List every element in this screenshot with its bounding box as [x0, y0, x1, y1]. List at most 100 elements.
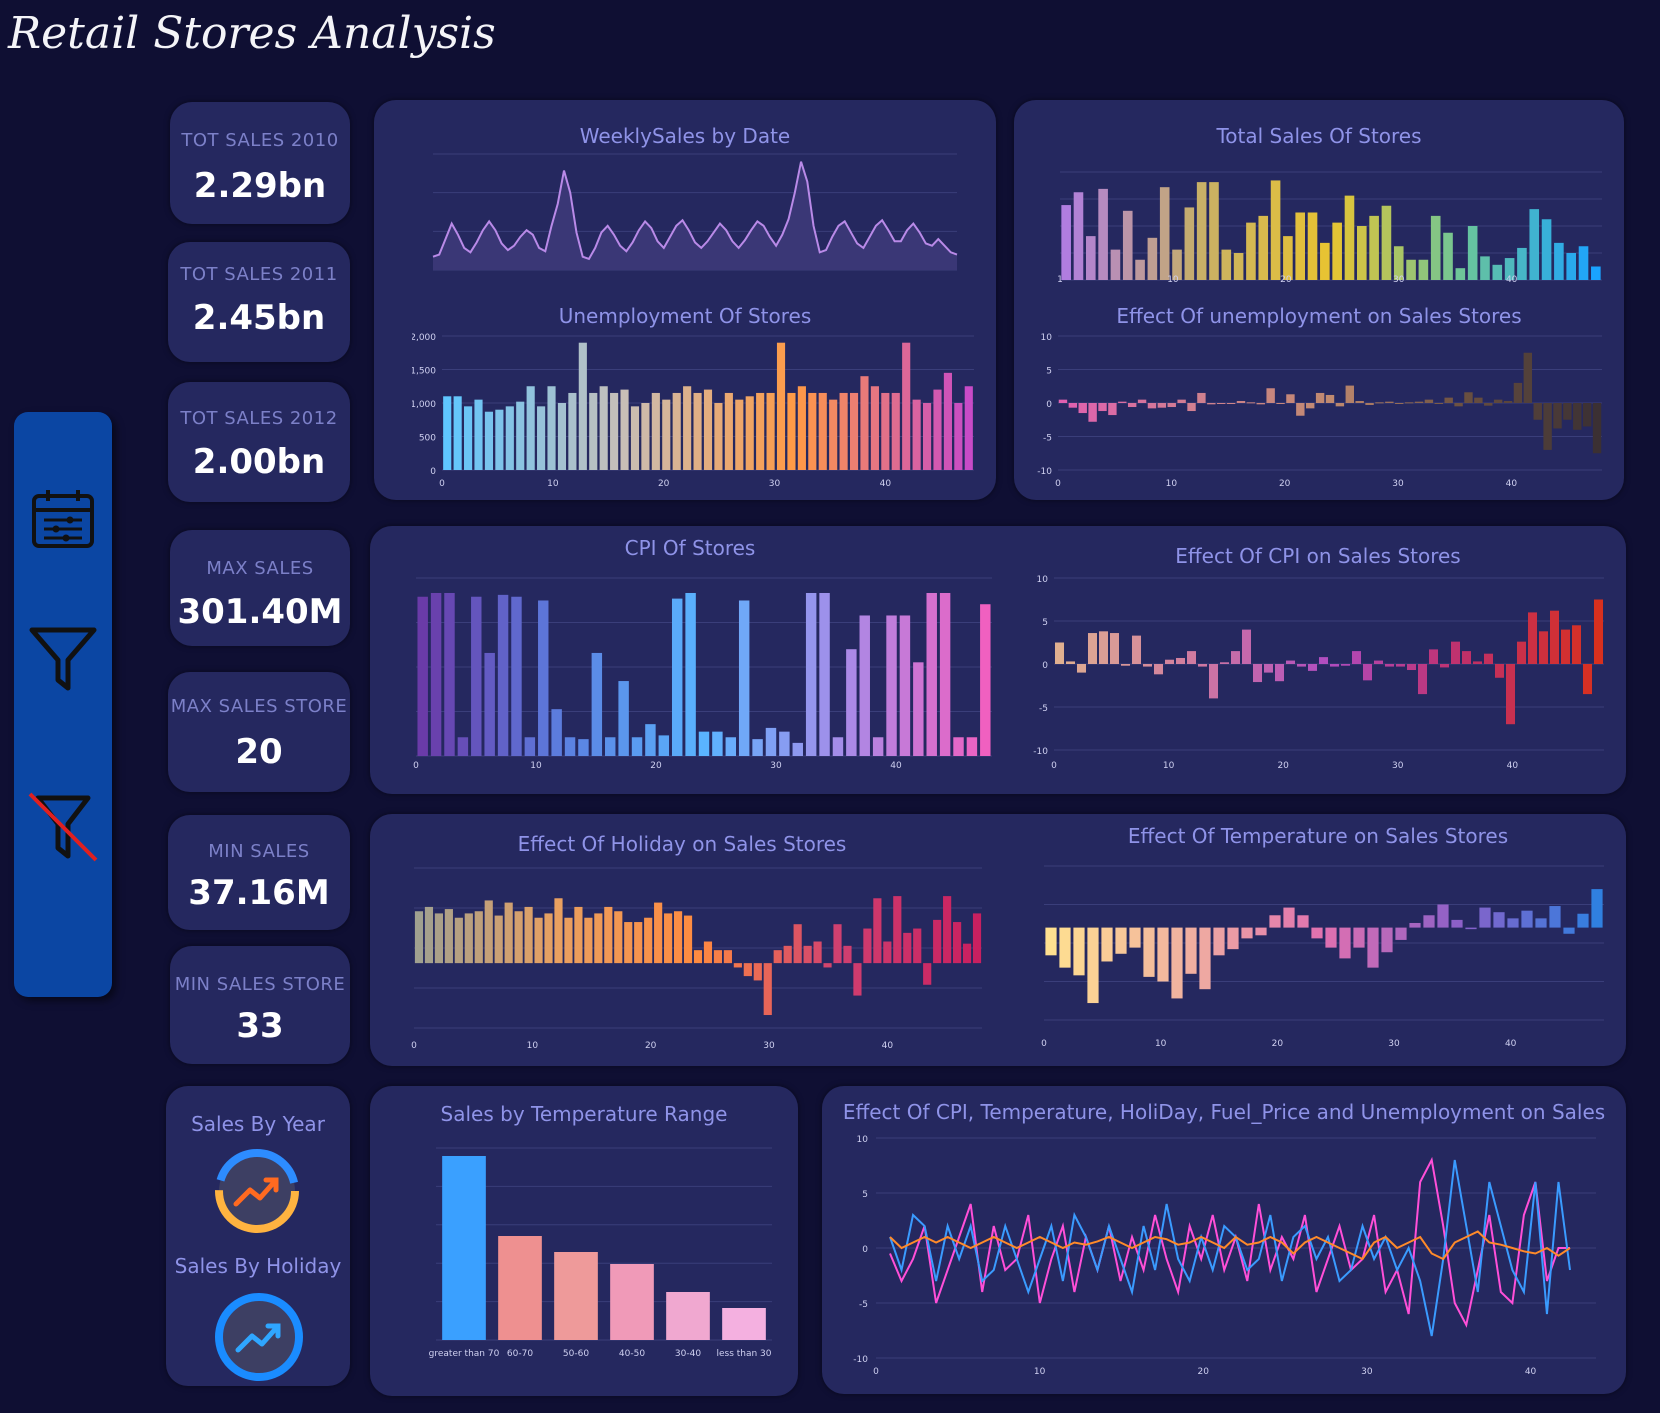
- bar: [1573, 403, 1582, 430]
- bar: [808, 392, 817, 470]
- kpi-tot-sales-2012: TOT SALES 2012 2.00bn: [168, 382, 350, 502]
- bar: [1269, 915, 1281, 928]
- bar: [763, 963, 772, 1016]
- x-tick-label: 20: [1272, 1039, 1284, 1049]
- bar: [654, 902, 663, 964]
- y-tick-label: 1,000: [412, 400, 436, 410]
- bar: [1538, 631, 1549, 664]
- bar: [1184, 207, 1195, 280]
- bar: [673, 911, 683, 964]
- bar: [1137, 399, 1147, 403]
- bar: [723, 950, 732, 964]
- bar: [1406, 664, 1417, 671]
- bar: [1196, 182, 1207, 280]
- area-fill: [433, 161, 957, 270]
- bar: [1493, 912, 1505, 928]
- bar: [1186, 651, 1197, 664]
- bar: [1078, 403, 1087, 414]
- bar: [1367, 927, 1379, 968]
- bar: [685, 592, 696, 756]
- bar: [1344, 195, 1355, 280]
- bar: [1523, 352, 1533, 403]
- bar: [505, 406, 514, 470]
- bar: [1417, 664, 1428, 695]
- bar: [1424, 399, 1434, 403]
- bar: [1494, 664, 1505, 678]
- x-tick-label: 30: [1361, 1367, 1373, 1377]
- bar: [1381, 205, 1392, 280]
- bar: [846, 649, 857, 756]
- bar: [1213, 927, 1225, 956]
- bar: [738, 600, 750, 756]
- bar: [630, 406, 640, 470]
- bar: [1385, 401, 1394, 403]
- bar: [1369, 215, 1379, 280]
- bar: [693, 950, 703, 964]
- bar: [651, 392, 660, 470]
- bar: [1216, 403, 1226, 404]
- bar: [1175, 657, 1186, 664]
- bar: [1560, 629, 1571, 664]
- bar: [1467, 226, 1478, 280]
- bar: [962, 943, 972, 964]
- bar: [1543, 403, 1552, 450]
- bar: [1406, 259, 1416, 280]
- bar: [1465, 927, 1477, 930]
- bar: [893, 896, 902, 964]
- bar: [765, 727, 777, 756]
- clear-filter-button[interactable]: [28, 792, 98, 862]
- bar: [1516, 641, 1527, 664]
- bar: [818, 392, 827, 470]
- bar: [813, 941, 822, 964]
- x-tick-label: 40: [1507, 761, 1519, 771]
- bar: [1483, 653, 1494, 664]
- sales-by-year-button[interactable]: [214, 1148, 300, 1238]
- x-tick-label: 1: [1057, 275, 1063, 285]
- bar: [724, 392, 733, 470]
- bar: [922, 403, 932, 470]
- bar: [1147, 237, 1158, 280]
- kpi-value: 37.16M: [188, 873, 330, 913]
- y-tick-label: 0: [862, 1245, 868, 1255]
- bar: [1332, 222, 1342, 280]
- bar: [1087, 927, 1099, 1004]
- bar: [1418, 259, 1429, 280]
- bar: [1541, 219, 1552, 280]
- x-tick-label: 10: [1166, 479, 1178, 489]
- bar: [1443, 232, 1453, 280]
- sales-by-holiday-button[interactable]: [214, 1292, 304, 1386]
- bar: [554, 898, 563, 964]
- bar: [1571, 625, 1582, 664]
- bar: [733, 963, 742, 968]
- x-tick-label: 20: [1279, 479, 1291, 489]
- bar: [504, 902, 513, 964]
- bar: [1578, 246, 1589, 280]
- bar: [516, 401, 525, 470]
- bar: [832, 737, 844, 756]
- bar: [1592, 403, 1602, 454]
- bar: [803, 945, 812, 964]
- y-tick-label: 0: [430, 467, 436, 477]
- bar: [453, 396, 462, 470]
- bar: [1068, 403, 1078, 408]
- kpi-label: MIN SALES STORE: [174, 974, 346, 995]
- x-tick-label: 20: [1198, 1367, 1210, 1377]
- bar: [964, 386, 973, 470]
- bar: [1283, 236, 1293, 280]
- bar: [1362, 664, 1373, 681]
- bar: [819, 592, 830, 756]
- x-tick-label: 10: [1167, 275, 1179, 285]
- bar: [1535, 918, 1547, 928]
- trend-up-icon: [215, 1293, 303, 1381]
- chart-title-holiday: Effect Of Holiday on Sales Stores: [517, 832, 847, 856]
- category-label: 60-70: [507, 1349, 533, 1359]
- y-tick-label: 10: [857, 1135, 869, 1145]
- bar: [1296, 664, 1307, 667]
- filter-icon: [29, 627, 97, 691]
- calendar-button[interactable]: [28, 484, 98, 554]
- bar: [1153, 664, 1164, 675]
- filter-button[interactable]: [28, 624, 98, 694]
- x-tick-label: 20: [658, 479, 670, 489]
- bar: [610, 392, 619, 470]
- bar: [1529, 209, 1540, 280]
